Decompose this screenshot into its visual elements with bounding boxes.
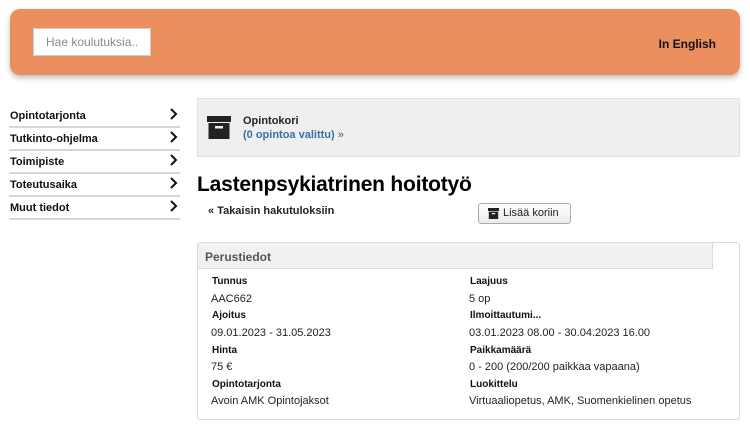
field-value-tunnus: AAC662 [211,293,252,305]
field-label-luokittelu: Luokittelu [470,379,518,390]
sidebar-item-label: Tutkinto-ohjelma [10,133,98,145]
field-label-paikkamaara: Paikkamäärä [470,345,532,356]
sidebar-item-label: Toteutusaika [10,179,78,191]
sidebar-item-label: Muut tiedot [10,202,70,214]
sidebar-item-opintotarjonta[interactable]: Opintotarjonta [9,105,180,128]
chevron-right-icon [170,108,178,120]
field-label-ajoitus: Ajoitus [212,310,246,321]
field-value-luokittelu: Virtuaaliopetus, AMK, Suomenkielinen ope… [469,395,692,407]
field-label-ilmoittautuminen: Ilmoittautumi... [470,310,542,321]
double-chevron-right-icon: » [337,129,344,141]
chevron-right-icon [170,177,178,189]
cart-title: Opintokori [243,115,299,127]
field-label-laajuus: Laajuus [470,276,508,287]
add-to-cart-button[interactable]: Lisää koriin [478,203,571,224]
filter-sidebar: Opintotarjonta Tutkinto-ohjelma Toimipis… [9,105,180,220]
archive-box-icon [207,116,231,139]
field-value-paikkamaara: 0 - 200 (200/200 paikkaa vapaana) [469,361,640,373]
chevron-right-icon [170,200,178,212]
cart-link-text: (0 opintoa valittu) [243,129,335,141]
field-value-opintotarjonta: Avoin AMK Opintojaksot [211,395,329,407]
panel-heading: Perustiedot [198,243,713,269]
field-value-ajoitus: 09.01.2023 - 31.05.2023 [211,327,331,339]
sidebar-item-tutkinto-ohjelma[interactable]: Tutkinto-ohjelma [9,128,180,151]
archive-box-icon [488,208,499,219]
field-value-hinta: 75 € [211,361,233,373]
sidebar-item-toimipiste[interactable]: Toimipiste [9,151,180,174]
sidebar-item-label: Toimipiste [10,156,65,168]
chevron-right-icon [170,131,178,143]
field-label-hinta: Hinta [212,345,237,356]
back-to-results-link[interactable]: « Takaisin hakutuloksiin [208,205,334,217]
field-value-ilmoittautuminen: 03.01.2023 08.00 - 30.04.2023 16.00 [469,327,651,339]
chevron-right-icon [170,154,178,166]
cart-link[interactable]: (0 opintoa valittu) » [243,129,344,141]
basic-info-panel: Perustiedot Tunnus AAC662 Laajuus 5 op A… [197,242,740,420]
sidebar-item-label: Opintotarjonta [10,110,86,122]
add-to-cart-label: Lisää koriin [503,207,559,219]
search-input[interactable] [33,28,151,56]
field-value-laajuus: 5 op [469,293,491,305]
field-label-tunnus: Tunnus [212,276,248,287]
study-cart-box: Opintokori (0 opintoa valittu) » [197,98,740,157]
language-link[interactable]: In English [659,37,716,51]
field-label-opintotarjonta: Opintotarjonta [212,379,281,390]
sidebar-item-muut-tiedot[interactable]: Muut tiedot [9,197,180,220]
sidebar-item-toteutusaika[interactable]: Toteutusaika [9,174,180,197]
top-header: In English [10,9,740,75]
page-title: Lastenpsykiatrinen hoitotyö [197,173,472,196]
panel-heading-text: Perustiedot [205,250,272,264]
